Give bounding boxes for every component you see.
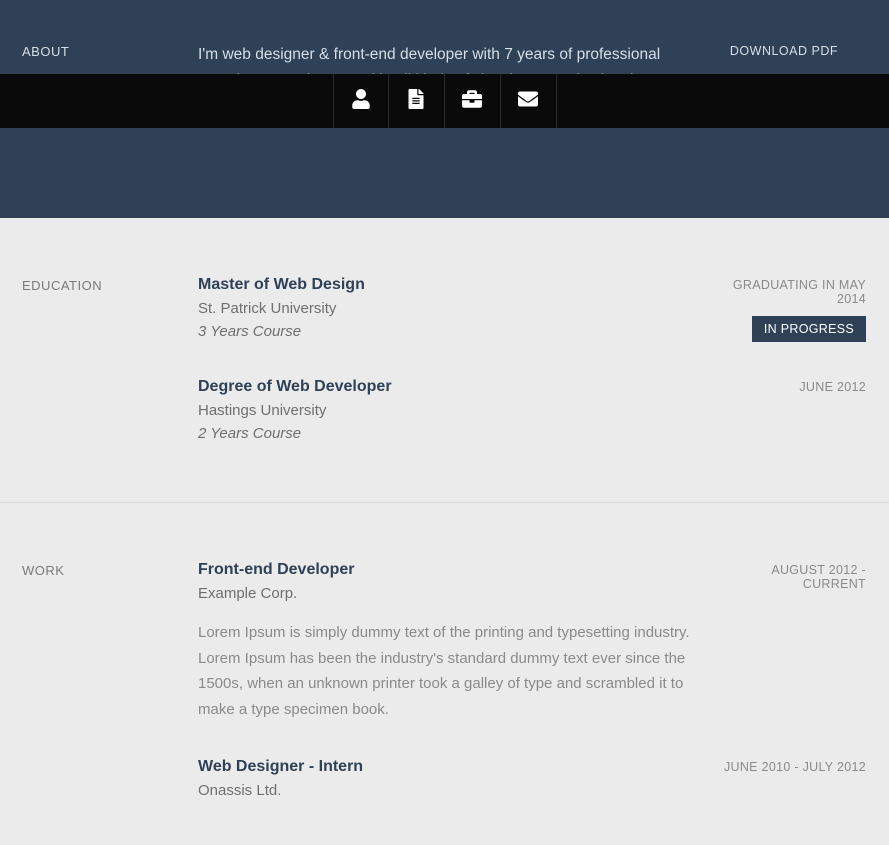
status-badge: IN PROGRESS xyxy=(752,316,866,342)
education-section: EDUCATION Master of Web Design St. Patri… xyxy=(0,218,889,503)
education-item-title: Master of Web Design xyxy=(198,276,708,294)
nav-bar xyxy=(0,74,889,128)
education-item-date: JUNE 2012 xyxy=(708,380,866,394)
work-item-title: Front-end Developer xyxy=(198,561,708,579)
education-item-institution: Hastings University xyxy=(198,402,708,419)
about-section: ABOUT I'm web designer & front-end devel… xyxy=(0,0,889,218)
education-item-detail: 2 Years Course xyxy=(198,425,708,442)
document-icon xyxy=(406,89,426,114)
user-icon xyxy=(351,89,371,114)
work-label: WORK xyxy=(22,561,198,722)
education-item-title: Degree of Web Developer xyxy=(198,378,708,396)
education-item-detail: 3 Years Course xyxy=(198,323,708,340)
work-item-description: Lorem Ipsum is simply dummy text of the … xyxy=(198,620,708,722)
work-item-title: Web Designer - Intern xyxy=(198,758,708,776)
work-item-date: AUGUST 2012 - CURRENT xyxy=(708,563,866,591)
nav-work[interactable] xyxy=(445,74,501,128)
work-item-date: JUNE 2010 - JULY 2012 xyxy=(708,760,866,774)
nav-contact[interactable] xyxy=(501,74,557,128)
briefcase-icon xyxy=(462,89,482,114)
work-item-company: Example Corp. xyxy=(198,585,708,602)
education-item-date: GRADUATING IN MAY 2014 xyxy=(708,278,866,306)
work-section: WORK Front-end Developer Example Corp. L… xyxy=(0,503,889,845)
envelope-icon xyxy=(518,89,538,114)
education-item-institution: St. Patrick University xyxy=(198,300,708,317)
nav-about[interactable] xyxy=(333,74,389,128)
nav-resume[interactable] xyxy=(389,74,445,128)
work-item-company: Onassis Ltd. xyxy=(198,782,708,799)
education-label: EDUCATION xyxy=(22,276,198,342)
